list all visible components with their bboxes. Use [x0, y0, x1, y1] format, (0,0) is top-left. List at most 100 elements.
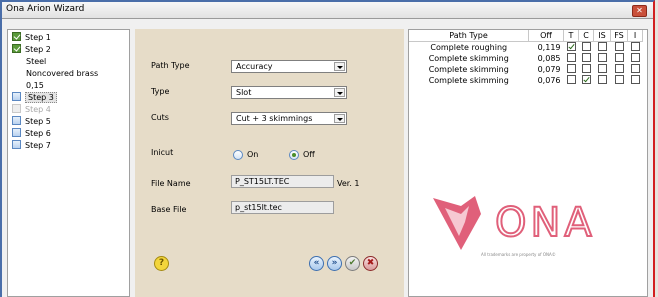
- step-icon: [12, 92, 21, 101]
- fs-checkbox[interactable]: [614, 53, 624, 62]
- path-type-label: Path Type: [151, 61, 190, 70]
- tree-item-label: Step 5: [25, 117, 51, 126]
- logo-wordmark: ONA: [495, 200, 596, 246]
- tree-item-label: Step 4: [25, 105, 51, 114]
- path-type-select[interactable]: Accuracy: [231, 60, 347, 73]
- tree-item-label: Step 3: [25, 92, 57, 103]
- checkmark-icon: [12, 32, 21, 41]
- file-name-label: File Name: [151, 179, 191, 188]
- tree-item-label: Noncovered brass: [26, 69, 99, 78]
- back-button[interactable]: «: [309, 256, 324, 271]
- table-row[interactable]: Complete skimming 0,079: [409, 64, 643, 75]
- is-checkbox[interactable]: [597, 42, 607, 51]
- fs-checkbox[interactable]: [614, 75, 624, 84]
- tree-item-step-1[interactable]: Step 1: [12, 32, 51, 43]
- cuts-value: Cut + 3 skimmings: [236, 114, 313, 123]
- is-checkbox[interactable]: [597, 53, 607, 62]
- i-checkbox[interactable]: [630, 42, 640, 51]
- tree-item-material[interactable]: Steel: [26, 56, 46, 67]
- off-cell: 0,079: [537, 65, 561, 74]
- chevron-down-icon[interactable]: [334, 88, 345, 97]
- tree-item-step-7[interactable]: Step 7: [12, 140, 51, 151]
- base-file-field[interactable]: p_st15lt.tec: [231, 201, 334, 214]
- t-checkbox[interactable]: [566, 75, 576, 84]
- next-button[interactable]: »: [327, 256, 342, 271]
- window-title: Ona Arion Wizard: [6, 4, 85, 14]
- inicut-off-label: Off: [303, 150, 315, 159]
- inicut-on-label: On: [247, 150, 259, 159]
- ona-logo: ONA: [433, 196, 596, 250]
- i-checkbox[interactable]: [630, 75, 640, 84]
- is-checkbox[interactable]: [597, 64, 607, 73]
- t-checkbox[interactable]: [566, 42, 576, 51]
- chevron-down-icon[interactable]: [334, 114, 345, 123]
- table-row[interactable]: Complete skimming 0,085: [409, 53, 643, 64]
- c-checkbox[interactable]: [581, 53, 591, 62]
- chevron-down-icon[interactable]: [334, 62, 345, 71]
- step-form: Path Type Accuracy Type Slot Cuts Cut + …: [135, 29, 404, 297]
- is-checkbox[interactable]: [597, 75, 607, 84]
- tree-item-wire[interactable]: Noncovered brass: [26, 68, 98, 79]
- file-name-field[interactable]: P_ST15LT.TEC: [231, 175, 334, 188]
- fs-checkbox[interactable]: [614, 42, 624, 51]
- tree-item-label: Step 7: [25, 141, 51, 150]
- cuts-table: Path Type Off T C IS FS I Complete rough…: [409, 30, 643, 86]
- tree-item-label: Step 6: [25, 129, 51, 138]
- cancel-button[interactable]: ✖: [363, 256, 378, 271]
- table-row[interactable]: Complete skimming 0,076: [409, 75, 643, 86]
- base-file-value: p_st15lt.tec: [235, 203, 282, 212]
- path-type-cell: Complete skimming: [428, 76, 509, 85]
- finish-button[interactable]: ✔: [345, 256, 360, 271]
- path-type-cell: Complete skimming: [428, 54, 509, 63]
- t-checkbox[interactable]: [566, 53, 576, 62]
- inicut-off-radio[interactable]: [289, 150, 299, 160]
- cuts-panel: Path Type Off T C IS FS I Complete rough…: [408, 29, 648, 297]
- path-type-cell: Complete roughing: [430, 43, 508, 52]
- col-i: I: [627, 30, 643, 42]
- off-cell: 0,076: [537, 76, 561, 85]
- tree-item-step-2[interactable]: Step 2: [12, 44, 51, 55]
- cuts-label: Cuts: [151, 113, 169, 122]
- title-bar: Ona Arion Wizard ✕: [2, 2, 653, 19]
- inicut-on-radio[interactable]: [233, 150, 243, 160]
- tree-item-step-6[interactable]: Step 6: [12, 128, 51, 139]
- path-type-value: Accuracy: [236, 62, 273, 71]
- step-icon: [12, 140, 21, 149]
- t-checkbox[interactable]: [566, 64, 576, 73]
- path-type-cell: Complete skimming: [428, 65, 509, 74]
- i-checkbox[interactable]: [630, 53, 640, 62]
- col-t: T: [563, 30, 579, 42]
- c-checkbox[interactable]: [581, 64, 591, 73]
- tree-item-step-4[interactable]: Step 4: [12, 104, 51, 115]
- type-value: Slot: [236, 88, 252, 97]
- file-name-value: P_ST15LT.TEC: [235, 177, 290, 186]
- fs-checkbox[interactable]: [614, 64, 624, 73]
- version-label: Ver. 1: [337, 179, 360, 188]
- checkmark-icon: [12, 44, 21, 53]
- trademark-notice: All trademarks are property of ONA©: [481, 252, 556, 257]
- base-file-label: Base File: [151, 205, 187, 214]
- tree-item-diameter[interactable]: 0,15: [26, 80, 44, 91]
- type-select[interactable]: Slot: [231, 86, 347, 99]
- step-icon: [12, 128, 21, 137]
- type-label: Type: [151, 87, 170, 96]
- table-row[interactable]: Complete roughing 0,119: [409, 42, 643, 54]
- col-off: Off: [528, 30, 564, 42]
- step-icon: [12, 104, 21, 113]
- table-header: Path Type Off T C IS FS I: [409, 30, 643, 42]
- close-button[interactable]: ✕: [632, 5, 647, 17]
- col-fs: FS: [610, 30, 628, 42]
- help-button[interactable]: ?: [154, 256, 169, 271]
- tree-item-label: Step 2: [25, 45, 51, 54]
- tree-item-step-5[interactable]: Step 5: [12, 116, 51, 127]
- cuts-select[interactable]: Cut + 3 skimmings: [231, 112, 347, 125]
- c-checkbox[interactable]: [581, 75, 591, 84]
- tree-item-label: Step 1: [25, 33, 51, 42]
- tree-item-label: Steel: [26, 57, 47, 66]
- c-checkbox[interactable]: [581, 42, 591, 51]
- col-c: C: [578, 30, 594, 42]
- inicut-label: Inicut: [151, 148, 174, 157]
- i-checkbox[interactable]: [630, 64, 640, 73]
- off-cell: 0,119: [537, 43, 561, 52]
- tree-item-step-3[interactable]: Step 3: [12, 92, 57, 103]
